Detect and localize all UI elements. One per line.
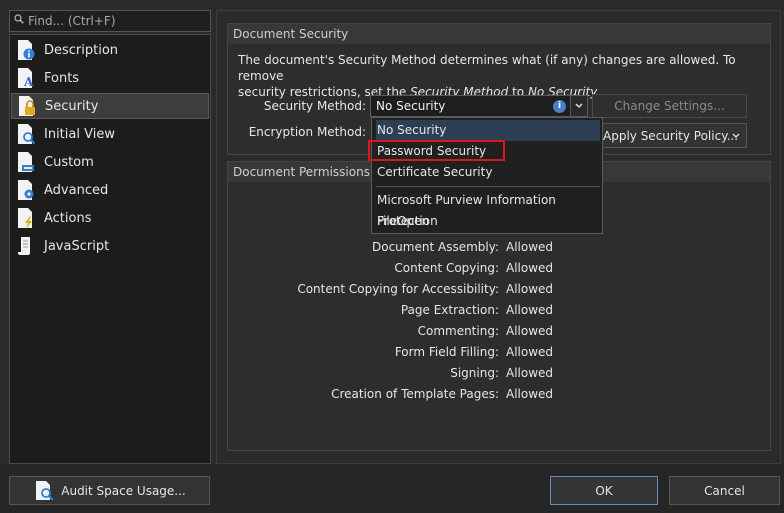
search-icon	[14, 14, 24, 24]
dropdown-option-fileopen[interactable]: FileOpen	[376, 211, 600, 232]
perm-document-assembly-label: Document Assembly:	[372, 240, 499, 254]
nav-item-custom[interactable]: Custom	[11, 149, 209, 175]
find-input[interactable]	[28, 13, 206, 29]
perm-signing-label: Signing:	[450, 366, 499, 380]
chevron-down-icon[interactable]	[570, 96, 587, 116]
dropdown-separator	[376, 186, 600, 187]
nav-label: Description	[44, 42, 119, 58]
nav-item-actions[interactable]: Actions	[11, 205, 209, 231]
nav-label: Initial View	[44, 126, 115, 142]
security-method-label: Security Method:	[263, 99, 366, 113]
perm-document-assembly-value: Allowed	[506, 240, 554, 254]
change-settings-button[interactable]: Change Settings...	[592, 94, 747, 118]
nav-item-advanced[interactable]: Advanced	[11, 177, 209, 203]
advanced-gear-icon	[13, 178, 39, 202]
description-icon	[13, 38, 39, 62]
ok-button[interactable]: OK	[550, 476, 658, 505]
custom-icon	[13, 150, 39, 174]
group-header: Document Security	[228, 24, 770, 44]
perm-page-extraction-label: Page Extraction:	[400, 303, 499, 317]
dropdown-option-no-security[interactable]: No Security	[376, 120, 600, 141]
perm-signing-value: Allowed	[506, 366, 554, 380]
info-icon[interactable]: i	[553, 100, 566, 113]
nav-item-javascript[interactable]: JavaScript	[11, 233, 209, 259]
security-properties-panel: Document Security The document's Securit…	[216, 10, 781, 464]
dropdown-option-certificate-security[interactable]: Certificate Security	[376, 162, 600, 183]
security-method-dropdown-list: No Security Password Security Certificat…	[371, 117, 603, 234]
initial-view-icon	[13, 122, 39, 146]
security-method-combo[interactable]: No Security i	[370, 95, 588, 117]
nav-item-initial-view[interactable]: Initial View	[11, 121, 209, 147]
nav-label: Advanced	[44, 182, 109, 198]
perm-content-copying-label: Content Copying:	[394, 261, 499, 275]
perm-form-field-filling-value: Allowed	[506, 345, 554, 359]
perm-template-pages-label: Creation of Template Pages:	[331, 387, 499, 401]
audit-magnifier-icon	[36, 480, 54, 501]
nav-label: Fonts	[44, 70, 80, 86]
find-search-box[interactable]	[9, 10, 211, 32]
perm-commenting-label: Commenting:	[417, 324, 499, 338]
dropdown-option-microsoft-purview[interactable]: Microsoft Purview Information Protection	[376, 190, 600, 228]
perm-copying-accessibility-label: Content Copying for Accessibility:	[297, 282, 499, 296]
perm-form-field-filling-label: Form Field Filling:	[394, 345, 499, 359]
encryption-method-label: Encryption Method:	[248, 125, 366, 139]
perm-copying-accessibility-value: Allowed	[506, 282, 554, 296]
password-security-highlight-box	[368, 140, 505, 161]
nav-label: Security	[45, 98, 99, 114]
javascript-scroll-icon	[13, 234, 39, 258]
properties-nav-list: Description A Fonts Security Initial Vie…	[9, 34, 211, 464]
apply-security-policy-button[interactable]: Apply Security Policy...	[592, 123, 747, 148]
cancel-button[interactable]: Cancel	[669, 476, 780, 505]
nav-label: JavaScript	[44, 238, 110, 254]
nav-label: Actions	[44, 210, 92, 226]
nav-item-fonts[interactable]: A Fonts	[11, 65, 209, 91]
security-method-value: No Security	[376, 99, 446, 113]
perm-commenting-value: Allowed	[506, 324, 554, 338]
perm-page-extraction-value: Allowed	[506, 303, 554, 317]
nav-item-security[interactable]: Security	[11, 93, 209, 119]
fonts-icon: A	[13, 66, 39, 90]
nav-item-description[interactable]: Description	[11, 37, 209, 63]
security-lock-icon	[14, 94, 40, 118]
svg-text:A: A	[23, 75, 34, 89]
perm-template-pages-value: Allowed	[506, 387, 554, 401]
nav-label: Custom	[44, 154, 94, 170]
audit-space-usage-button[interactable]: Audit Space Usage...	[9, 476, 210, 505]
actions-lightning-icon	[13, 206, 39, 230]
security-description: The document's Security Method determine…	[238, 53, 736, 99]
perm-content-copying-value: Allowed	[506, 261, 554, 275]
chevron-down-icon	[732, 133, 740, 139]
